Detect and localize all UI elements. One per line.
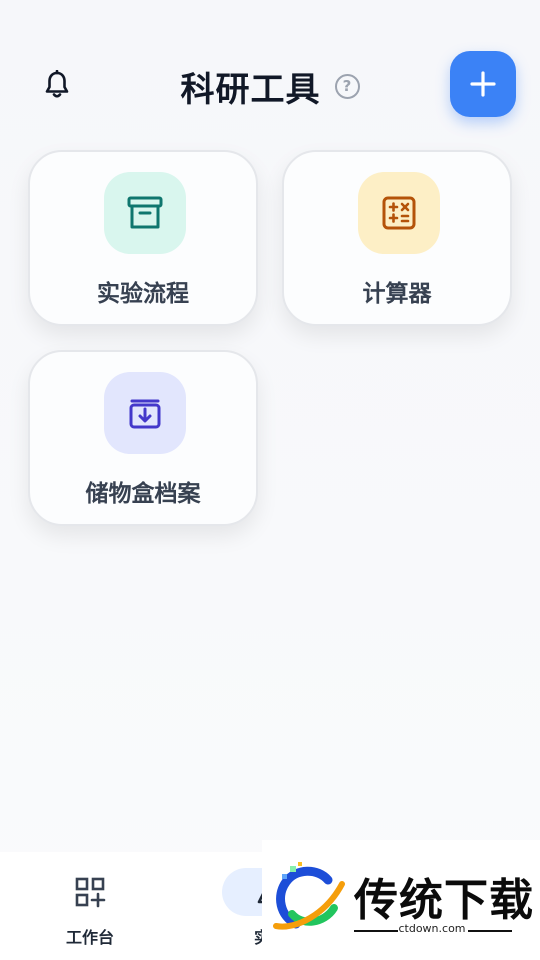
watermark-logo: 传统下载 ctdown.com bbox=[262, 840, 540, 960]
watermark-divider bbox=[468, 930, 512, 932]
header: 科研工具 ? bbox=[0, 40, 540, 130]
tool-card-storage-archive[interactable]: 储物盒档案 bbox=[28, 350, 258, 526]
tool-card-label: 计算器 bbox=[362, 281, 432, 307]
watermark-logo-icon bbox=[273, 862, 345, 930]
archive-box-icon bbox=[104, 172, 186, 254]
grid-add-icon bbox=[72, 874, 108, 910]
help-icon[interactable]: ? bbox=[334, 73, 360, 99]
watermark-url: ctdown.com bbox=[398, 922, 466, 935]
tab-workbench[interactable]: 工作台 bbox=[0, 852, 180, 960]
calculator-icon bbox=[358, 172, 440, 254]
tool-card-calculator[interactable]: 计算器 bbox=[282, 150, 512, 326]
tool-card-experiment-flow[interactable]: 实验流程 bbox=[28, 150, 258, 326]
plus-icon bbox=[470, 71, 496, 97]
tool-card-label: 实验流程 bbox=[97, 281, 189, 307]
archive-download-icon bbox=[104, 372, 186, 454]
add-button[interactable] bbox=[450, 51, 516, 117]
watermark-text: 传统下载 bbox=[354, 875, 534, 926]
tool-card-label: 储物盒档案 bbox=[85, 481, 201, 507]
page-title: 科研工具 bbox=[180, 69, 321, 110]
tab-label: 工作台 bbox=[65, 928, 114, 947]
